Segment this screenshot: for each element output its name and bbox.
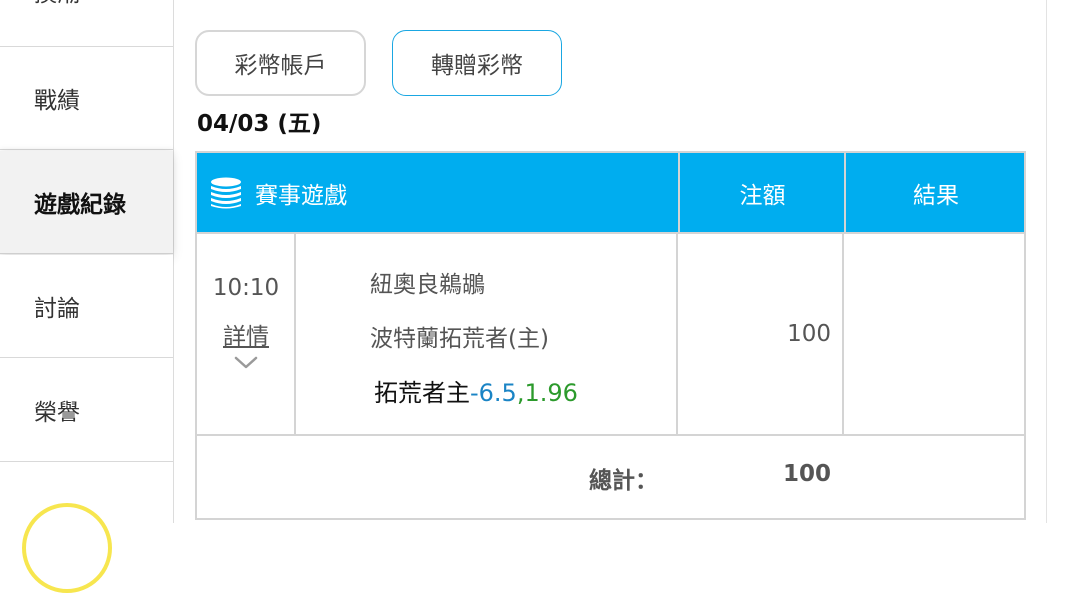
- bet-line: -6.5: [470, 379, 517, 407]
- sidebar-item-discussion[interactable]: 討論: [0, 255, 173, 358]
- date-heading: 04/03 (五): [197, 111, 322, 137]
- avatar-ring[interactable]: [22, 503, 112, 593]
- bet-selection: 拓荒者主-6.5,1.96: [374, 373, 578, 408]
- table-header: 賽事遊戲 注額 結果: [197, 153, 1024, 234]
- total-label: 總計：: [589, 468, 658, 494]
- bet-amount: 100: [787, 321, 831, 347]
- game-record-table: 賽事遊戲 注額 結果 10:10 詳情 紐奧良鵜鶘 波特蘭拓荒者(主) 拓荒者主…: [195, 151, 1026, 520]
- sidebar-item-label: 討論: [34, 296, 80, 322]
- home-team: 波特蘭拓荒者(主): [370, 326, 549, 352]
- total-row: 總計： 100: [197, 434, 1024, 520]
- total-value: 100: [782, 461, 831, 487]
- bet-pick: 拓荒者主: [374, 379, 470, 407]
- sidebar-item-label: 戰績: [34, 88, 80, 114]
- column-header-amount: 注額: [678, 153, 845, 232]
- transfer-coins-button[interactable]: 轉贈彩幣: [392, 30, 562, 96]
- coin-stack-icon: [211, 177, 241, 208]
- divider: [1046, 0, 1047, 523]
- game-time: 10:10: [212, 275, 280, 301]
- sidebar-item-top[interactable]: 換潮: [0, 0, 173, 47]
- column-divider: [842, 232, 844, 434]
- away-team: 紐奧良鵜鶘: [370, 272, 485, 298]
- coin-account-label: 彩幣帳戶: [234, 53, 327, 79]
- column-header-game-label: 賽事遊戲: [255, 182, 347, 209]
- bet-odds: 1.96: [524, 379, 578, 407]
- sidebar: 換潮 戰績 遊戲紀錄 討論 榮譽: [0, 0, 174, 593]
- column-header-result: 結果: [844, 153, 1026, 232]
- column-header-game: 賽事遊戲: [197, 153, 677, 232]
- details-link[interactable]: 詳情: [197, 317, 295, 351]
- sidebar-item-game-history[interactable]: 遊戲紀錄: [0, 151, 173, 254]
- sidebar-item-record[interactable]: 戰績: [0, 47, 173, 150]
- sidebar-item-label: 榮譽: [34, 400, 80, 426]
- sidebar-item-label: 遊戲紀錄: [34, 192, 126, 218]
- coin-account-button[interactable]: 彩幣帳戶: [195, 30, 366, 96]
- sidebar-item-label: 換潮: [34, 0, 80, 8]
- sidebar-item-honor[interactable]: 榮譽: [0, 359, 173, 462]
- chevron-down-icon[interactable]: [232, 353, 260, 373]
- transfer-coins-label: 轉贈彩幣: [431, 53, 523, 79]
